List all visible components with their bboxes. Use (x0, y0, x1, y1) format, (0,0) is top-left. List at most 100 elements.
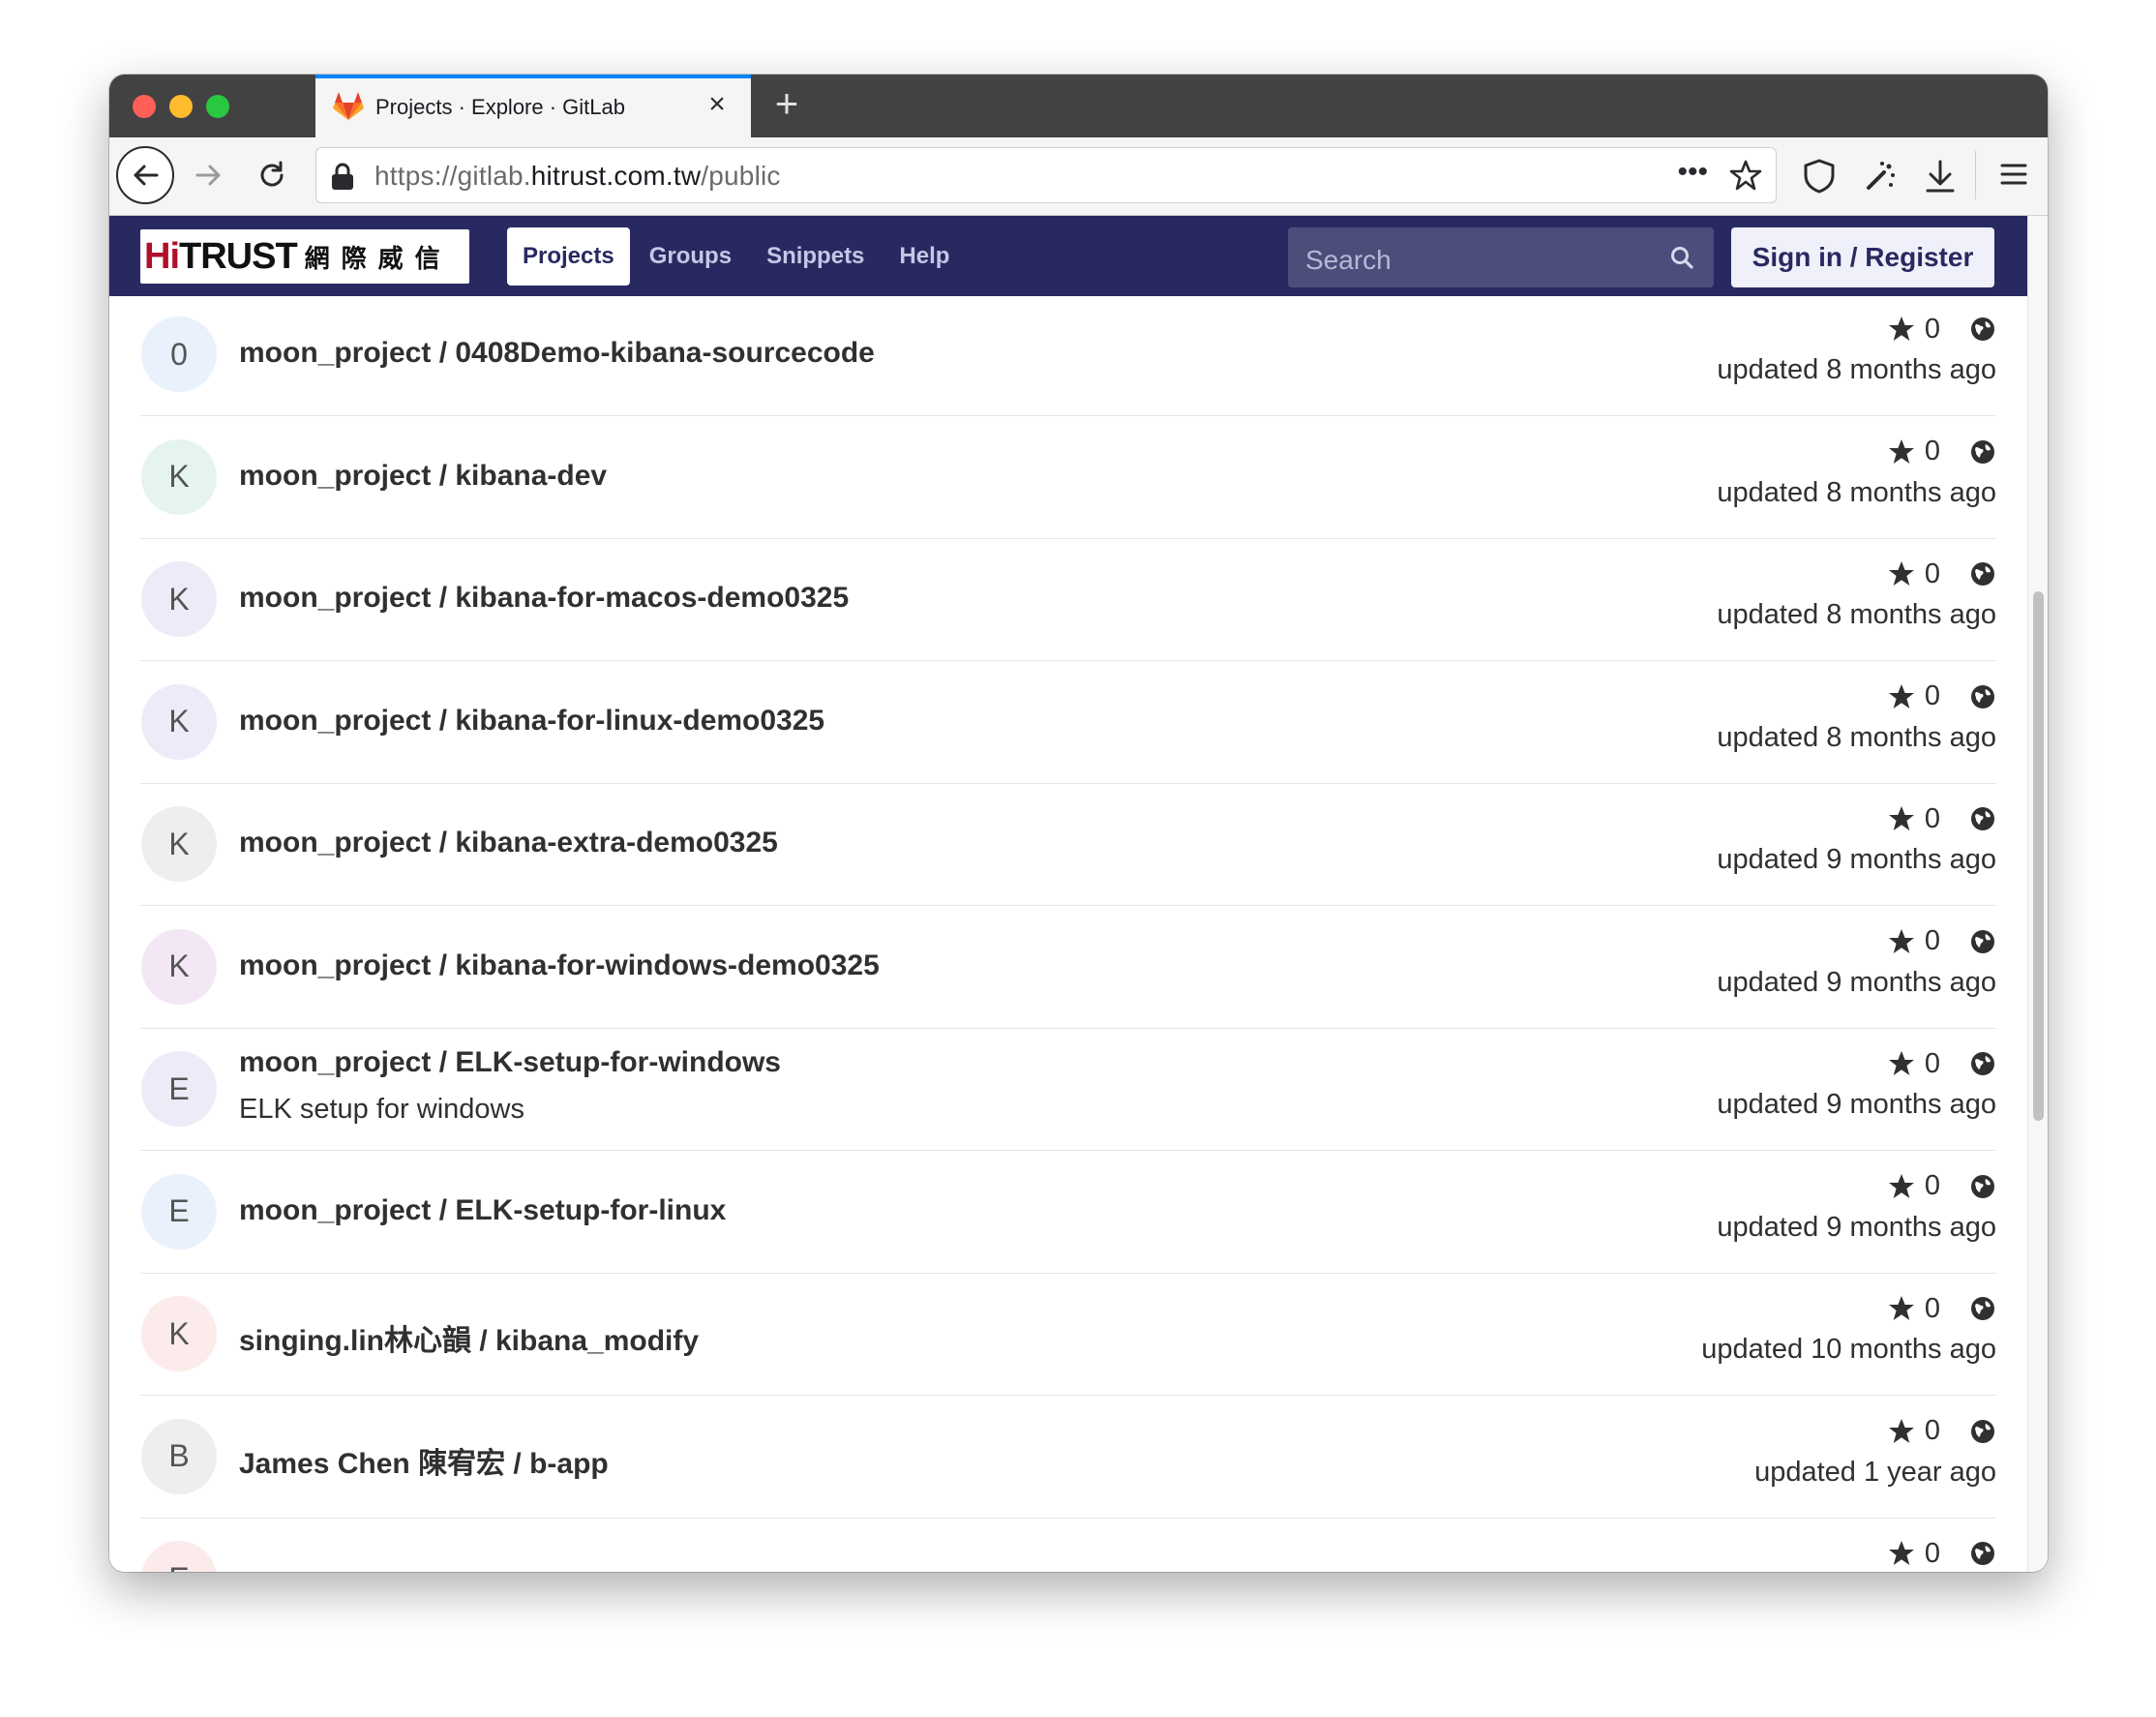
sign-in-register-button[interactable]: Sign in / Register (1731, 227, 1994, 287)
project-title-link[interactable]: moon_project / kibana-for-macos-demo0325 (239, 582, 849, 615)
url-prefix: https://gitlab. (374, 161, 531, 191)
star-count[interactable]: 0 (1925, 925, 1940, 957)
address-bar[interactable]: https://gitlab.hitrust.com.tw/public ••• (315, 147, 1777, 203)
star-count[interactable]: 0 (1925, 1415, 1940, 1447)
nav-projects[interactable]: Projects (507, 227, 630, 286)
hitrust-logo[interactable]: HiTRUST 網際威信 (140, 229, 469, 284)
project-title-link[interactable]: moon_project / kibana-for-linux-demo0325 (239, 705, 824, 738)
project-stats: 0 (1888, 1414, 1996, 1449)
hamburger-menu-icon[interactable] (1999, 159, 2028, 190)
url-path: /public (701, 161, 781, 191)
project-row[interactable]: Kmoon_project / kibana-extra-demo0325 0 up… (140, 784, 1996, 906)
project-avatar[interactable]: K (141, 928, 217, 1005)
project-title-link[interactable]: moon_project / kibana-extra-demo0325 (239, 827, 778, 859)
project-row[interactable]: B James Chen 陳宥宏 / b-app 0 updated 1 year a… (140, 1397, 1996, 1519)
project-title-link[interactable]: moon_project / kibana-for-windows-demo03… (239, 949, 880, 982)
updated-time: updated 9 months ago (1717, 844, 1996, 875)
back-button[interactable] (116, 146, 174, 204)
project-title-link[interactable]: James Chen 陳宥宏 / b-app (239, 1439, 609, 1482)
new-tab-button[interactable]: + (765, 83, 808, 127)
project-row[interactable]: 0 moon_project / 0408Demo-kibana-sourceco… (140, 296, 1996, 416)
download-icon[interactable] (1925, 159, 1956, 194)
nav-snippets[interactable]: Snippets (751, 227, 880, 286)
project-description: ELK setup for windows (239, 1094, 524, 1125)
project-row[interactable]: Emoon_project / ELK-setup-for-linux 0 upda… (140, 1152, 1996, 1274)
public-globe-icon (1971, 1419, 1994, 1443)
public-globe-icon (1971, 1297, 1994, 1320)
star-count[interactable]: 0 (1925, 1538, 1940, 1570)
project-stats: 0 (1888, 312, 1996, 346)
tab-projects-explore[interactable]: Projects · Explore · GitLab × (315, 75, 751, 137)
project-title-link[interactable]: moon_project / 0408Demo-kibana-sourcecod… (239, 337, 875, 370)
scrollbar-thumb[interactable] (2033, 591, 2044, 1121)
project-row[interactable]: Kmoon_project / kibana-for-linux-demo032… (140, 662, 1996, 784)
star-count[interactable]: 0 (1925, 1170, 1940, 1202)
star-icon (1888, 1296, 1914, 1320)
main-nav: Projects Groups Snippets Help (507, 227, 965, 286)
project-row[interactable]: Kmoon_project / kibana-for-windows-demo0… (140, 907, 1996, 1029)
shield-icon[interactable] (1803, 159, 1836, 194)
nav-help[interactable]: Help (883, 227, 965, 286)
star-icon (1888, 561, 1914, 586)
updated-time: updated 1 year ago (1754, 1456, 1996, 1488)
star-count[interactable]: 0 (1925, 803, 1940, 835)
star-count[interactable]: 0 (1925, 1048, 1940, 1080)
project-row[interactable]: Kmoon_project / kibana-dev 0 updated 8 mon… (140, 417, 1996, 539)
star-count[interactable]: 0 (1925, 1293, 1940, 1325)
tab-close-icon[interactable]: × (703, 90, 732, 119)
project-avatar[interactable]: E (141, 1173, 217, 1250)
url-host: hitrust.com.tw (530, 161, 702, 191)
logo-accent: Hi (144, 235, 180, 277)
project-avatar[interactable]: K (141, 1296, 217, 1371)
project-avatar[interactable]: K (141, 561, 217, 637)
page-actions-menu-icon[interactable]: ••• (1677, 156, 1708, 189)
project-stats: 0 (1888, 1169, 1996, 1204)
project-avatar[interactable]: E (141, 1051, 217, 1127)
project-stats: 0 (1888, 435, 1996, 469)
project-row[interactable]: E0 (140, 1519, 1996, 1572)
project-row[interactable]: Ksinging.lin林心韻 / kibana_modify 0 updated … (140, 1274, 1996, 1396)
star-count[interactable]: 0 (1925, 680, 1940, 712)
search-input[interactable]: Search (1288, 227, 1714, 287)
project-avatar[interactable]: 0 (141, 316, 217, 392)
star-count[interactable]: 0 (1925, 436, 1940, 467)
close-window-button[interactable] (133, 95, 156, 118)
project-title-link[interactable]: singing.lin林心韻 / kibana_modify (239, 1316, 699, 1359)
project-avatar[interactable]: K (141, 806, 217, 882)
lock-icon (332, 163, 353, 190)
public-globe-icon (1971, 1052, 1994, 1075)
updated-time: updated 8 months ago (1717, 721, 1996, 753)
project-list: 0 moon_project / 0408Demo-kibana-sourceco… (109, 296, 2027, 1572)
arrow-left-icon (134, 165, 159, 186)
public-globe-icon (1971, 684, 1994, 708)
gitlab-fox-icon (333, 92, 364, 120)
project-title-link[interactable]: moon_project / ELK-setup-for-windows (239, 1046, 781, 1079)
public-globe-icon (1971, 1174, 1994, 1198)
project-row[interactable]: Emoon_project / ELK-setup-for-windows ELK… (140, 1029, 1996, 1151)
search-icon (1671, 247, 1693, 269)
minimize-window-button[interactable] (169, 95, 193, 118)
project-avatar[interactable]: K (141, 683, 217, 760)
star-count[interactable]: 0 (1925, 314, 1940, 346)
tab-title: Projects · Explore · GitLab (375, 95, 625, 119)
tab-bar: Projects · Explore · GitLab × + (109, 75, 2048, 137)
reload-button[interactable] (243, 146, 301, 204)
scrollbar[interactable] (2027, 216, 2048, 1572)
bookmark-star-icon[interactable] (1729, 159, 1762, 192)
project-title-link[interactable]: moon_project / ELK-setup-for-linux (239, 1194, 726, 1227)
extension-icon[interactable] (1863, 159, 1898, 194)
zoom-window-button[interactable] (206, 95, 229, 118)
nav-groups[interactable]: Groups (634, 227, 747, 286)
public-globe-icon (1971, 807, 1994, 830)
project-avatar[interactable]: E (141, 1541, 217, 1572)
project-title-link[interactable]: moon_project / kibana-dev (239, 460, 607, 493)
project-row[interactable]: Kmoon_project / kibana-for-macos-demo032… (140, 539, 1996, 661)
star-icon (1888, 683, 1914, 708)
project-avatar[interactable]: K (141, 438, 217, 515)
forward-button[interactable] (180, 146, 238, 204)
project-avatar[interactable]: B (141, 1418, 217, 1494)
star-icon (1888, 928, 1914, 953)
updated-time: updated 10 months ago (1701, 1334, 1996, 1365)
star-count[interactable]: 0 (1925, 558, 1940, 590)
public-globe-icon (1971, 317, 1994, 341)
